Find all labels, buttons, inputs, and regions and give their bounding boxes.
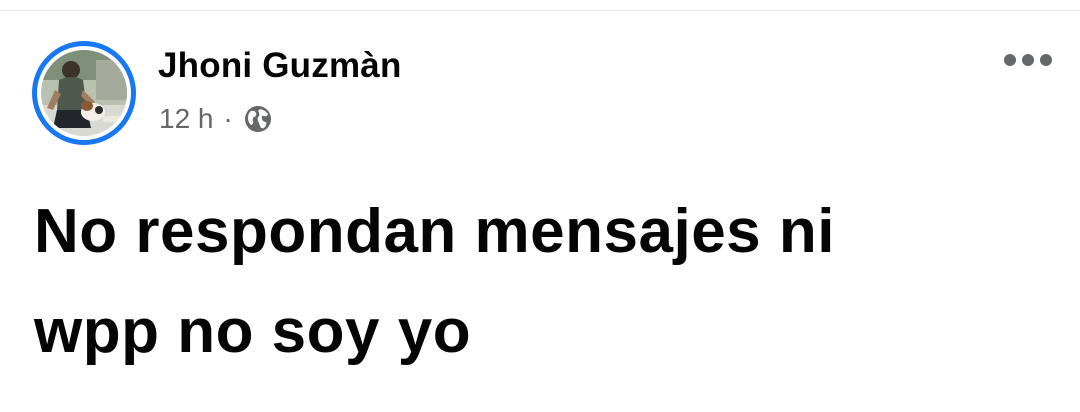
post-text: No respondan mensajes ni wpp no soy yo	[34, 182, 1034, 382]
profile-photo	[41, 50, 127, 136]
post-header: Jhoni Guzmàn 12 h ·	[0, 0, 1080, 160]
more-options-button[interactable]	[998, 44, 1058, 80]
globe-icon	[243, 104, 273, 134]
post-timestamp[interactable]: 12 h	[159, 100, 214, 138]
meta-separator: ·	[223, 103, 233, 134]
author-name[interactable]: Jhoni Guzmàn	[158, 44, 402, 88]
author-avatar[interactable]	[32, 41, 136, 145]
more-options-icon	[1003, 53, 1053, 72]
post-text-line: No respondan mensajes ni	[34, 197, 835, 266]
post-meta: 12 h ·	[159, 100, 273, 138]
post-text-line: wpp no soy yo	[34, 297, 472, 366]
